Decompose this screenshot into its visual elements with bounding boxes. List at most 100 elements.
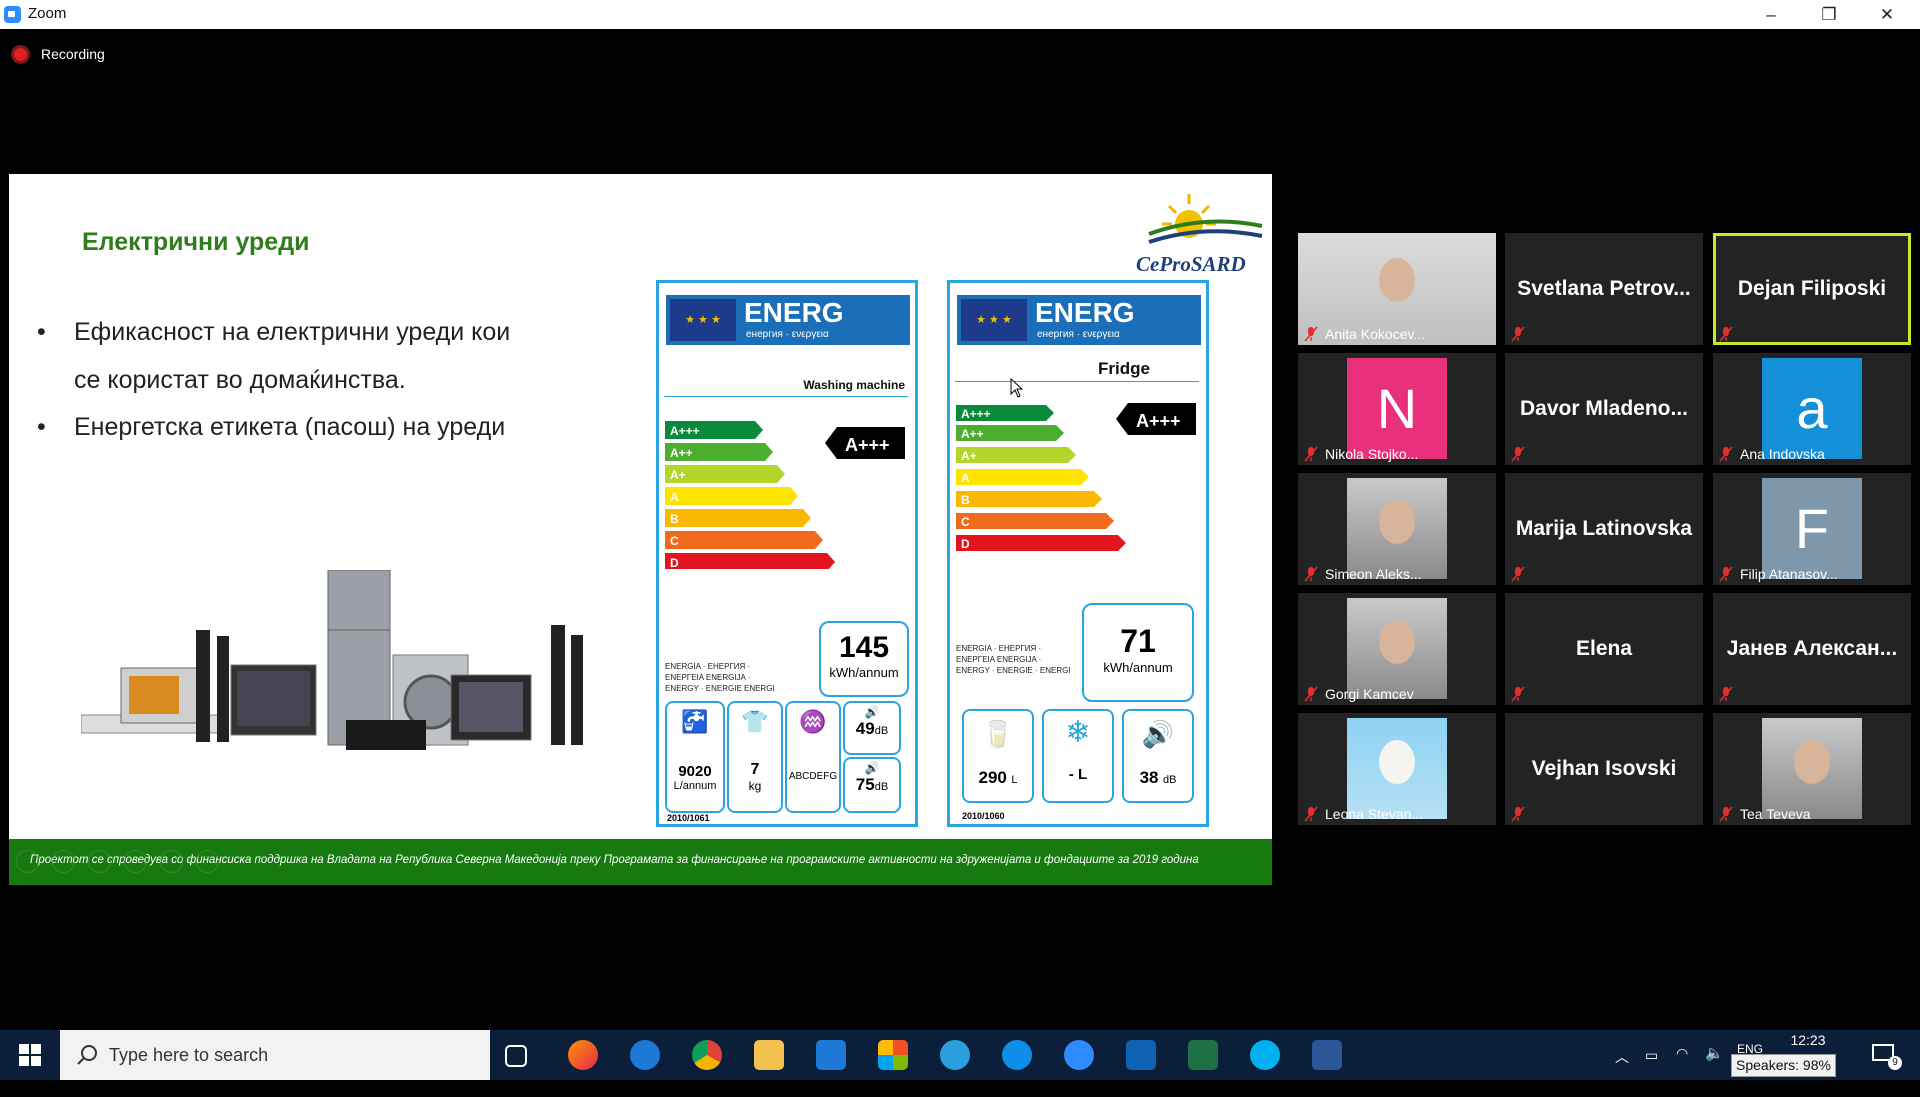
energy-subheader: енергия · ενεργεια — [1037, 329, 1120, 340]
zoom-taskbar-icon[interactable] — [1064, 1040, 1094, 1070]
mail-icon[interactable] — [816, 1040, 846, 1070]
participant-tile[interactable]: N Nikola Stojko... — [1298, 353, 1496, 465]
svg-text:A: A — [961, 471, 970, 485]
capacity-box: 👕 7 kg — [727, 701, 783, 813]
firefox-icon[interactable] — [568, 1040, 598, 1070]
svg-text:A+++: A+++ — [845, 435, 890, 455]
participant-tile[interactable]: Јанев Алексан... — [1713, 593, 1911, 705]
show-hidden-icons-chevron-icon[interactable]: ︿ — [1615, 1047, 1629, 1097]
windows-logo-icon — [19, 1044, 41, 1066]
wifi-icon[interactable]: ◠ — [1676, 1045, 1688, 1095]
minimize-button[interactable]: – — [1742, 0, 1800, 29]
participant-tile[interactable]: Dejan Filiposki — [1713, 233, 1911, 345]
internet-explorer-icon[interactable] — [940, 1040, 970, 1070]
noise-wash-box: 🔊 49dB — [843, 701, 901, 755]
participant-tile[interactable]: Anita Kokocev... — [1298, 233, 1496, 345]
svg-text:C: C — [670, 534, 679, 548]
muted-microphone-icon — [1719, 806, 1733, 822]
participant-tile[interactable]: Gorgi Kamcev — [1298, 593, 1496, 705]
freezer-volume-box: ❄ - L — [1042, 709, 1114, 803]
maximize-button[interactable]: ❐ — [1800, 0, 1858, 29]
energy-header: ENERG — [1035, 297, 1135, 328]
person-silhouette-icon — [1794, 740, 1830, 785]
participant-display-name: Davor Mladeno... — [1519, 397, 1689, 420]
participant-name-caption: Nikola Stojko... — [1325, 446, 1419, 462]
tshirt-icon: 👕 — [741, 709, 769, 734]
participant-video-feed — [1762, 718, 1862, 819]
speaker-icon: 🔊 — [864, 761, 880, 775]
slides-grid-icon[interactable] — [124, 850, 147, 873]
participant-tile[interactable]: Leona Stevan... — [1298, 713, 1496, 825]
muted-microphone-icon — [1511, 446, 1525, 462]
participant-tile[interactable]: Marija Latinovska — [1505, 473, 1703, 585]
previous-slide-icon[interactable] — [16, 850, 39, 873]
speaker-icon: 🔊 — [864, 705, 880, 719]
skype-icon[interactable] — [1250, 1040, 1280, 1070]
recording-dot-icon — [14, 47, 27, 61]
action-center-icon[interactable]: 9 — [1870, 1040, 1902, 1070]
start-button[interactable] — [0, 1030, 60, 1080]
participant-tile[interactable]: F Filip Atanasov... — [1713, 473, 1911, 585]
participant-tile[interactable]: Elena — [1505, 593, 1703, 705]
battery-icon[interactable]: ▭ — [1645, 1047, 1658, 1097]
home-appliances-image — [81, 570, 583, 750]
energy-class-scale: A+++ A++ A+ A B C D A+++ — [956, 403, 1196, 551]
zoom-slide-icon[interactable] — [160, 850, 183, 873]
svg-text:D: D — [961, 537, 970, 551]
chrome-icon[interactable] — [692, 1040, 722, 1070]
participant-display-name: Marija Latinovska — [1515, 517, 1693, 540]
person-silhouette-icon — [1379, 620, 1415, 665]
svg-text:A+: A+ — [670, 468, 686, 482]
muted-microphone-icon — [1304, 566, 1318, 582]
participant-tile[interactable]: Simeon Aleks... — [1298, 473, 1496, 585]
participant-tile[interactable]: Svetlana Petrov... — [1505, 233, 1703, 345]
noise-box: 🔊 38 dB — [1122, 709, 1194, 803]
fresh-volume-box: 🥛 290 L — [962, 709, 1034, 803]
participant-tile[interactable]: Vejhan Isovski — [1505, 713, 1703, 825]
taskbar-clock[interactable]: 12:23 — [1778, 1032, 1838, 1048]
task-view-icon[interactable] — [505, 1045, 527, 1067]
svg-text:A+++: A+++ — [961, 407, 991, 421]
pen-icon[interactable] — [88, 850, 111, 873]
participant-tile[interactable]: a Ana Indovska — [1713, 353, 1911, 465]
edge-legacy-icon[interactable] — [630, 1040, 660, 1070]
participant-display-name: Dejan Filiposki — [1737, 277, 1887, 300]
svg-text:A++: A++ — [961, 427, 984, 441]
annual-consumption-box: 71 kWh/annum — [1082, 603, 1194, 702]
recording-label: Recording — [41, 46, 105, 62]
muted-microphone-icon — [1719, 446, 1733, 462]
zoom-logo-icon — [4, 6, 21, 23]
more-options-icon[interactable] — [196, 850, 219, 873]
ceprosard-sun-logo-icon — [1148, 194, 1263, 244]
participant-video-feed — [1347, 478, 1447, 579]
teamviewer-icon[interactable] — [1002, 1040, 1032, 1070]
recording-indicator[interactable]: Recording — [14, 44, 105, 64]
search-icon — [77, 1045, 97, 1065]
search-placeholder: Type here to search — [109, 1045, 269, 1065]
outlook-icon[interactable] — [1126, 1040, 1156, 1070]
participant-name-caption: Ana Indovska — [1740, 446, 1825, 462]
participant-name-caption: Leona Stevan... — [1325, 806, 1424, 822]
bullet-dot-icon: • — [37, 413, 46, 441]
mouse-cursor-icon — [1010, 378, 1024, 398]
file-explorer-icon[interactable] — [754, 1040, 784, 1070]
muted-microphone-icon — [1719, 326, 1733, 342]
muted-microphone-icon — [1511, 326, 1525, 342]
next-slide-icon[interactable] — [52, 850, 75, 873]
taskbar-search-box[interactable]: Type here to search — [60, 1030, 490, 1080]
volume-icon[interactable]: 🔈 — [1705, 1044, 1724, 1094]
participant-display-name: Јанев Алексан... — [1726, 637, 1898, 660]
noise-spin-box: 🔊 75dB — [843, 757, 901, 813]
participant-display-name: Svetlana Petrov... — [1517, 277, 1691, 300]
close-button[interactable]: ✕ — [1858, 0, 1916, 29]
eu-flag-icon: ★ ★ ★ — [961, 299, 1027, 341]
participant-tile[interactable]: Tea Teveva — [1713, 713, 1911, 825]
slideshow-controls[interactable] — [16, 850, 219, 873]
store-icon[interactable] — [878, 1040, 908, 1070]
title-bar: Zoom – ❐ ✕ — [0, 0, 1920, 29]
word-icon[interactable] — [1312, 1040, 1342, 1070]
excel-icon[interactable] — [1188, 1040, 1218, 1070]
energy-class-scale: A+++ A++ A+ A B C D A+++ — [665, 421, 905, 569]
participant-tile[interactable]: Davor Mladeno... — [1505, 353, 1703, 465]
water-tap-icon: 🚰 — [681, 709, 709, 734]
